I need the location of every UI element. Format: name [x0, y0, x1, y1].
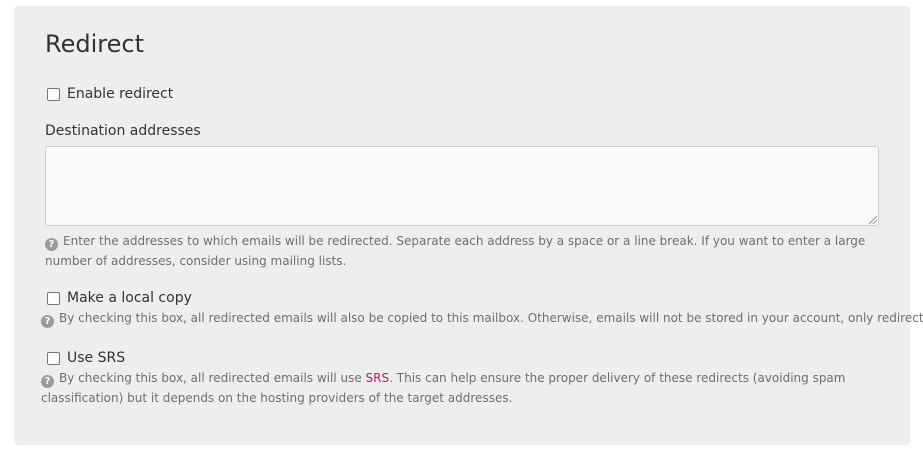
srs-help-text: ? By checking this box, all redirected em… [41, 368, 891, 408]
local-copy-help-message: By checking this box, all redirected ema… [59, 311, 923, 325]
enable-redirect-checkbox[interactable] [47, 87, 60, 101]
use-srs-checkbox[interactable] [47, 351, 60, 365]
redirect-panel: Redirect Enable redirect Destination add… [14, 6, 923, 445]
local-copy-row[interactable]: Make a local copy [47, 289, 192, 307]
use-srs-label[interactable]: Use SRS [67, 349, 125, 367]
resize-grip-icon[interactable] [869, 216, 877, 224]
local-copy-help-text: ? By checking this box, all redirected em… [41, 308, 923, 328]
help-icon: ? [41, 315, 54, 328]
destination-addresses-input[interactable] [45, 146, 879, 226]
destination-addresses-label: Destination addresses [45, 123, 201, 139]
use-srs-row[interactable]: Use SRS [47, 349, 125, 367]
local-copy-label[interactable]: Make a local copy [67, 289, 192, 307]
destination-help-text: ? Enter the addresses to which emails wil… [45, 231, 885, 271]
section-title: Redirect [45, 30, 144, 58]
srs-link[interactable]: SRS [366, 371, 390, 385]
enable-redirect-label[interactable]: Enable redirect [67, 85, 173, 103]
help-icon: ? [45, 238, 58, 251]
srs-help-message-before: By checking this box, all redirected ema… [59, 371, 366, 385]
help-icon: ? [41, 375, 54, 388]
destination-help-message: Enter the addresses to which emails will… [45, 234, 866, 268]
enable-redirect-row[interactable]: Enable redirect [47, 85, 173, 103]
local-copy-checkbox[interactable] [47, 291, 60, 305]
